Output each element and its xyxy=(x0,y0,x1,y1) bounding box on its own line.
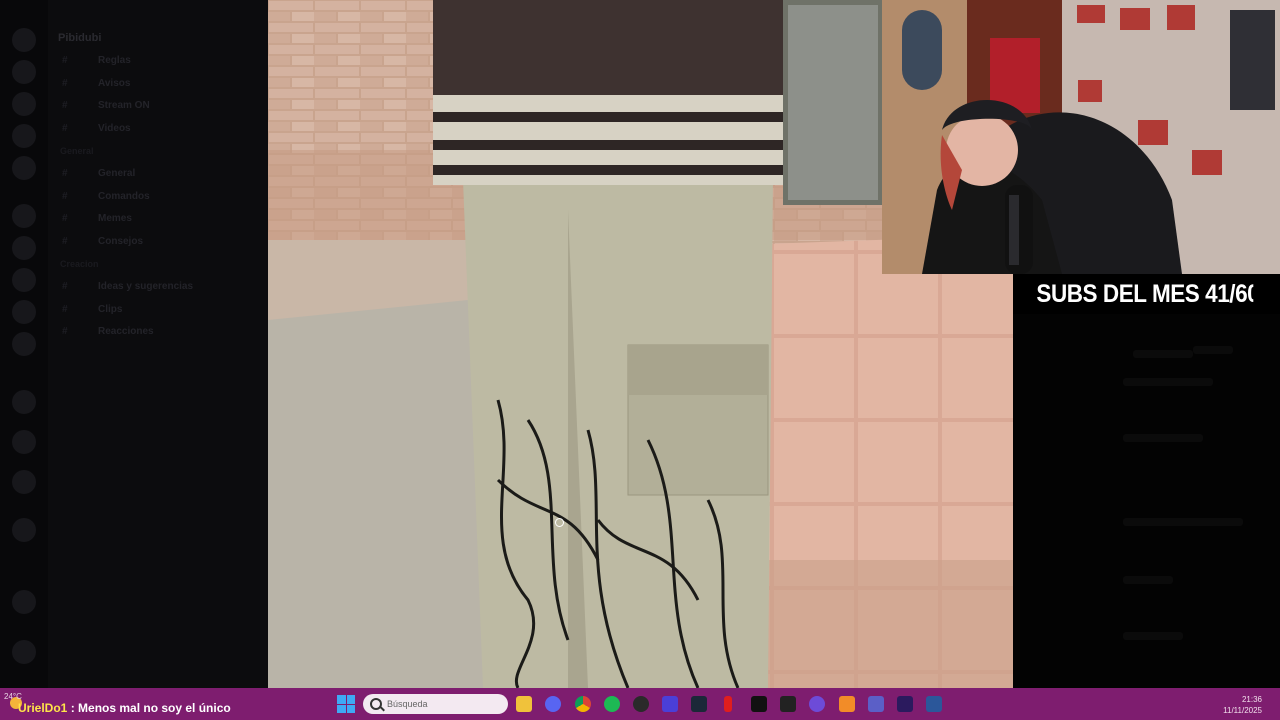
server-icon[interactable] xyxy=(12,124,36,148)
search-input[interactable] xyxy=(363,694,508,714)
channel-category[interactable]: General xyxy=(48,140,258,163)
chat-overlay: UrielDo1 : Menos mal no soy el único xyxy=(18,701,231,715)
channel-item[interactable]: Avisos xyxy=(48,73,258,96)
chrome-icon[interactable] xyxy=(575,696,591,712)
windows-start-icon[interactable] xyxy=(337,695,355,713)
mouse-cursor-icon xyxy=(555,518,564,527)
channel-item[interactable]: Ideas y sugerencias xyxy=(48,276,258,299)
clock-time: 21:36 xyxy=(1241,695,1262,704)
chat-separator: : xyxy=(67,701,79,715)
steam-icon[interactable] xyxy=(691,696,707,712)
server-icon[interactable] xyxy=(12,470,36,494)
terminal-icon[interactable] xyxy=(751,696,767,712)
server-icon[interactable] xyxy=(12,268,36,292)
server-icon[interactable] xyxy=(12,204,36,228)
server-icon[interactable] xyxy=(12,390,36,414)
weather-temp[interactable]: 24°C xyxy=(4,692,22,701)
server-icon[interactable] xyxy=(12,590,36,614)
red-app-icon[interactable] xyxy=(724,696,732,712)
chat-message: Menos mal no soy el único xyxy=(78,701,231,715)
server-name[interactable]: Pibidubi xyxy=(48,26,258,50)
shield-icon[interactable] xyxy=(839,696,855,712)
dimmed-member-list xyxy=(1013,314,1280,688)
channel-item[interactable]: Videos xyxy=(48,118,258,141)
channel-item[interactable]: Consejos xyxy=(48,231,258,254)
server-icon[interactable] xyxy=(12,156,36,180)
server-icon[interactable] xyxy=(12,28,36,52)
premiere-icon[interactable] xyxy=(897,696,913,712)
system-clock[interactable]: 21:36 11/11/2025 xyxy=(1223,694,1262,716)
webcam-feed xyxy=(882,0,1280,274)
chat-username: UrielDo1 xyxy=(18,701,68,715)
server-icon[interactable] xyxy=(12,430,36,454)
search-placeholder: Búsqueda xyxy=(387,699,428,709)
channel-item[interactable]: Comandos xyxy=(48,186,258,209)
teams-icon[interactable] xyxy=(868,696,884,712)
subs-goal-banner: SUBS DEL MES 41/60 xyxy=(1013,274,1254,314)
prime-icon[interactable] xyxy=(662,696,678,712)
channel-item[interactable]: Reacciones xyxy=(48,321,258,344)
channel-item[interactable]: Reglas xyxy=(48,50,258,73)
channel-item[interactable]: General xyxy=(48,163,258,186)
server-icon[interactable] xyxy=(12,332,36,356)
channel-item[interactable]: Memes xyxy=(48,208,258,231)
search-icon xyxy=(370,698,382,710)
server-icon[interactable] xyxy=(12,518,36,542)
server-icon[interactable] xyxy=(12,640,36,664)
channel-item[interactable]: Stream ON xyxy=(48,95,258,118)
server-icon[interactable] xyxy=(12,60,36,84)
word-icon[interactable] xyxy=(780,696,796,712)
obs-icon[interactable] xyxy=(633,696,649,712)
streamer-webcam xyxy=(882,0,1280,274)
server-icon[interactable] xyxy=(12,92,36,116)
server-icon[interactable] xyxy=(12,236,36,260)
discord-sidebar: Pibidubi Reglas Avisos Stream ON Videos … xyxy=(0,0,268,688)
channel-item[interactable]: Clips xyxy=(48,299,258,322)
file-explorer-icon[interactable] xyxy=(516,696,532,712)
word-blue-icon[interactable] xyxy=(926,696,942,712)
channel-list: Pibidubi Reglas Avisos Stream ON Videos … xyxy=(48,26,258,344)
chat-icon[interactable] xyxy=(809,696,825,712)
clock-date: 11/11/2025 xyxy=(1223,706,1262,715)
server-icon[interactable] xyxy=(12,300,36,324)
discord-icon[interactable] xyxy=(545,696,561,712)
spotify-icon[interactable] xyxy=(604,696,620,712)
channel-category[interactable]: Creacion xyxy=(48,253,258,276)
server-rail xyxy=(0,0,48,688)
